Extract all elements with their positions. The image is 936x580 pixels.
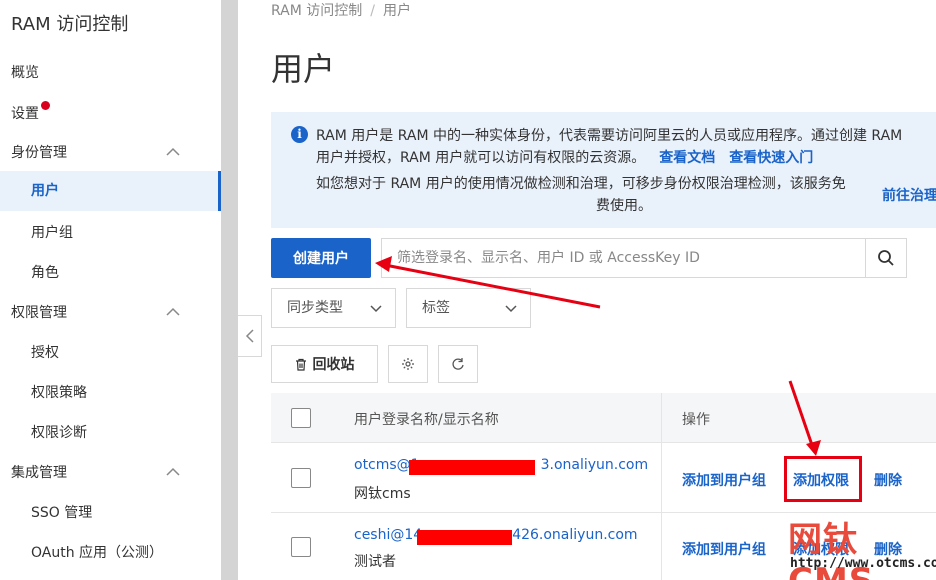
- view-quickstart-link[interactable]: 查看快速入门: [729, 150, 813, 166]
- gear-icon: [402, 358, 414, 370]
- sidebar-item-settings-label: 设置: [11, 106, 39, 122]
- redaction-bar: [409, 460, 535, 475]
- chevron-up-icon: [166, 307, 180, 316]
- notification-dot: [41, 101, 50, 110]
- sidebar-divider: [221, 0, 238, 580]
- row-checkbox[interactable]: [291, 468, 311, 488]
- create-user-button[interactable]: 创建用户: [271, 238, 371, 278]
- select-all-checkbox[interactable]: [291, 408, 311, 428]
- chevron-up-icon: [166, 147, 180, 156]
- breadcrumb-root[interactable]: RAM 访问控制: [271, 3, 362, 19]
- annotation-highlight-box: [784, 456, 862, 502]
- sidebar-item-overview[interactable]: 概览: [11, 62, 39, 82]
- sidebar-item-roles[interactable]: 角色: [31, 262, 59, 282]
- chevron-down-icon: [505, 305, 517, 313]
- sidebar-item-sso[interactable]: SSO 管理: [31, 502, 92, 522]
- sidebar-item-user-groups[interactable]: 用户组: [31, 222, 73, 242]
- column-header-actions: 操作: [682, 412, 710, 428]
- sidebar-item-grants[interactable]: 授权: [31, 342, 59, 362]
- sidebar-group-permissions-label: 权限管理: [11, 305, 67, 321]
- tags-label: 标签: [422, 300, 450, 316]
- sidebar-group-integration-label: 集成管理: [11, 465, 67, 481]
- sync-type-select[interactable]: 同步类型: [271, 288, 396, 328]
- notice-line-4: 费使用。: [596, 198, 652, 214]
- user-display-name: 测试者: [354, 554, 396, 570]
- info-icon: i: [291, 126, 308, 143]
- watermark-url: http://www.otcms.com: [790, 556, 936, 571]
- user-display-name: 网钛cms: [354, 486, 411, 502]
- refresh-button[interactable]: [438, 345, 478, 383]
- chevron-left-icon: [245, 329, 254, 343]
- info-notice: i RAM 用户是 RAM 中的一种实体身份，代表需要访问阿里云的人员或应用程序…: [271, 112, 936, 228]
- search-icon: [878, 250, 894, 266]
- sidebar-item-policies[interactable]: 权限策略: [31, 382, 87, 402]
- search-box: [381, 238, 907, 278]
- sidebar-group-integration[interactable]: 集成管理: [11, 462, 211, 482]
- chevron-down-icon: [370, 305, 382, 313]
- trash-icon: [295, 358, 306, 371]
- sidebar-item-diagnostics[interactable]: 权限诊断: [31, 422, 87, 442]
- table-header: 用户登录名称/显示名称 操作: [271, 393, 936, 443]
- user-login-suffix: 426.onaliyun.com: [512, 527, 638, 543]
- notice-line-2: 用户并授权，RAM 用户就可以访问有权限的云资源。: [316, 150, 646, 166]
- column-header-user: 用户登录名称/显示名称: [354, 412, 499, 428]
- breadcrumb-separator: /: [370, 3, 375, 19]
- notice-text: RAM 用户是 RAM 中的一种实体身份，代表需要访问阿里云的人员或应用程序。通…: [316, 125, 902, 169]
- redaction-bar: [417, 530, 512, 545]
- add-to-group-link[interactable]: 添加到用户组: [682, 539, 766, 559]
- sidebar-item-users[interactable]: 用户: [0, 171, 221, 211]
- notice-line-1: RAM 用户是 RAM 中的一种实体身份，代表需要访问阿里云的人员或应用程序。通…: [316, 128, 903, 144]
- user-login-suffix: 3.onaliyun.com: [540, 457, 649, 473]
- sidebar-group-permissions[interactable]: 权限管理: [11, 302, 211, 322]
- search-button[interactable]: [865, 239, 906, 277]
- sidebar-item-settings[interactable]: 设置: [11, 101, 50, 123]
- sidebar-group-identity-label: 身份管理: [11, 145, 67, 161]
- sidebar-collapse-button[interactable]: [238, 315, 262, 357]
- sidebar-title: RAM 访问控制: [11, 14, 129, 35]
- breadcrumb-current: 用户: [383, 3, 411, 19]
- sync-type-label: 同步类型: [287, 300, 343, 316]
- goto-governance-link[interactable]: 前往治理: [882, 185, 936, 205]
- refresh-icon: [452, 358, 464, 370]
- user-login-prefix: ceshi@14: [354, 527, 423, 543]
- view-docs-link[interactable]: 查看文档: [659, 150, 715, 166]
- delete-link[interactable]: 删除: [874, 470, 902, 490]
- notice-line-3: 如您想对于 RAM 用户的使用情况做检测和治理，可移步身份权限治理检测，该服务免: [316, 176, 846, 192]
- search-input[interactable]: [382, 239, 866, 277]
- settings-button[interactable]: [388, 345, 428, 383]
- recycle-bin-button[interactable]: 回收站: [271, 345, 378, 383]
- page-title: 用户: [271, 50, 336, 88]
- chevron-up-icon: [166, 467, 180, 476]
- recycle-bin-label: 回收站: [312, 357, 355, 373]
- sidebar-item-oauth[interactable]: OAuth 应用（公测）: [31, 542, 163, 562]
- sidebar-group-identity[interactable]: 身份管理: [11, 142, 211, 162]
- row-checkbox[interactable]: [291, 537, 311, 557]
- add-to-group-link[interactable]: 添加到用户组: [682, 470, 766, 490]
- tags-select[interactable]: 标签: [406, 288, 531, 328]
- breadcrumb: RAM 访问控制 / 用户: [271, 0, 411, 20]
- sidebar: RAM 访问控制 概览 设置 身份管理 用户 用户组 角色 权限管理 授权 权限…: [0, 0, 221, 580]
